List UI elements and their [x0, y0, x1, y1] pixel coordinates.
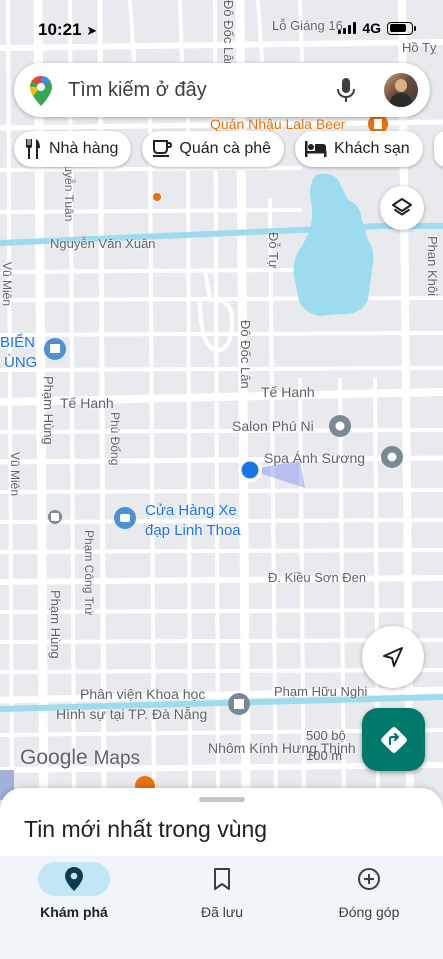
microphone-icon[interactable] — [334, 77, 358, 105]
scale-label-feet: 500 bộ — [306, 728, 346, 743]
explore-pin-icon — [65, 867, 83, 891]
street-label: Đ. Kiều Sơn Đen — [268, 570, 367, 585]
nav-label: Đã lưu — [200, 904, 244, 920]
street-label: Phạm Hữu Nghi — [274, 684, 368, 699]
chip-more[interactable] — [433, 131, 443, 167]
street-label: Vũ Miên — [0, 262, 14, 307]
network-label: 4G — [362, 20, 381, 36]
nav-label: Đóng góp — [338, 904, 400, 920]
poi-label-phan-vien-line2[interactable]: Hình sự tại TP. Đà Nẵng — [56, 706, 207, 722]
street-label: Đô Đốc Lân — [238, 320, 253, 389]
status-bar: 10:21 ➤ 4G — [0, 0, 443, 56]
nav-tab-saved[interactable]: Đã lưu — [148, 856, 296, 936]
navigation-arrow-icon — [383, 647, 403, 667]
nav-pill — [333, 862, 405, 896]
bottom-navigation: Khám phá Đã lưu Đóng góp — [0, 856, 443, 959]
nav-label: Khám phá — [40, 904, 108, 920]
my-location-button[interactable] — [362, 626, 424, 688]
bookmark-icon — [214, 868, 230, 890]
category-chips: Nhà hàng Quán cà phê Khách sạn — [14, 131, 443, 167]
status-time: 10:21 ➤ — [38, 20, 97, 40]
poi-label-salon[interactable]: Salon Phú Ni — [232, 418, 314, 434]
add-circle-icon — [358, 868, 380, 890]
street-label: Phan Khôi — [425, 236, 440, 296]
street-label: Vũ Miên — [8, 452, 22, 497]
sheet-title: Tin mới nhất trong vùng — [24, 816, 268, 842]
poi-label-cua-hang-line2[interactable]: đạp Linh Thoa — [145, 522, 241, 539]
search-bar[interactable]: Tìm kiếm ở đây — [14, 63, 430, 117]
google-maps-pin-icon — [30, 76, 52, 106]
nav-pill — [186, 862, 258, 896]
poi-label-bien[interactable]: BIỂN — [0, 334, 35, 351]
sheet-drag-handle[interactable] — [199, 797, 245, 802]
street-label: Đỗ Tự — [266, 232, 281, 269]
directions-icon — [380, 726, 407, 753]
poi-label-quan-nhau[interactable]: Quán Nhậu Lala Beer — [210, 116, 345, 132]
nav-pill — [38, 862, 110, 896]
directions-button[interactable] — [362, 708, 425, 771]
hotel-icon — [305, 141, 327, 157]
location-arrow-icon: ➤ — [86, 23, 98, 38]
chip-label: Nhà hàng — [49, 140, 119, 157]
scale-label-meters: 100 m — [306, 748, 343, 763]
street-label: Tế Hanh — [60, 395, 114, 411]
avatar[interactable] — [384, 73, 418, 107]
maps-wordmark: Maps — [93, 748, 141, 769]
chip-restaurants[interactable]: Nhà hàng — [14, 131, 132, 167]
clock-text: 10:21 — [38, 20, 82, 39]
map-scale: 500 bộ — [306, 728, 346, 744]
battery-level — [389, 24, 407, 32]
map-scale-metric: 100 m — [306, 748, 342, 764]
status-indicators: 4G — [338, 20, 416, 36]
nav-tab-explore[interactable]: Khám phá — [0, 856, 148, 936]
chip-hotels[interactable]: Khách sạn — [295, 131, 423, 167]
coffee-icon — [153, 140, 173, 157]
layers-button[interactable] — [380, 186, 424, 230]
chip-label: Khách sạn — [334, 140, 410, 157]
layers-icon — [392, 198, 412, 216]
google-wordmark: Google — [20, 746, 88, 769]
street-label: Nguyễn Văn Xuân — [50, 236, 156, 251]
search-input[interactable]: Tìm kiếm ở đây — [68, 79, 207, 102]
poi-label-spa[interactable]: Spa Ánh Sương — [264, 450, 365, 466]
battery-icon — [387, 21, 416, 35]
poi-label-bien-line2[interactable]: ÙNG — [4, 354, 37, 371]
street-label: Phạm Hùng — [48, 590, 63, 659]
restaurant-icon — [26, 139, 40, 159]
chip-label: Quán cà phê — [179, 140, 272, 157]
nav-tab-contribute[interactable]: Đóng góp — [295, 856, 443, 936]
street-label: Phạm Công Trứ — [82, 530, 96, 616]
poi-label-cua-hang[interactable]: Cửa Hàng Xe — [145, 502, 237, 519]
street-label: Phạm Hùng — [41, 376, 56, 445]
poi-label-phan-vien[interactable]: Phân viện Khoa học — [80, 686, 205, 702]
street-label: Tế Hanh — [261, 384, 315, 400]
google-maps-logo: Google Maps — [20, 746, 140, 770]
signal-icon — [338, 22, 357, 34]
chip-cafes[interactable]: Quán cà phê — [142, 131, 285, 167]
street-label: Phù Đổng — [108, 412, 122, 466]
